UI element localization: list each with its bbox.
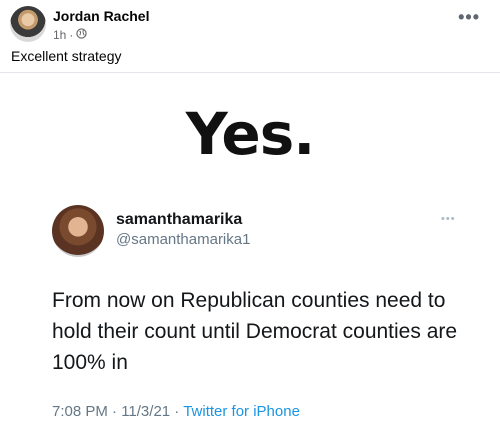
post-meta: 1h ·: [53, 28, 88, 42]
post-time[interactable]: 1h: [53, 28, 66, 42]
meta-separator: ·: [69, 28, 74, 42]
post-image[interactable]: Yes. samanthamarika @samanthamarika1 •••…: [0, 73, 500, 447]
tweet-more-icon: •••: [441, 213, 456, 225]
tweet-source: Twitter for iPhone: [183, 403, 300, 420]
post-caption: Excellent strategy: [11, 48, 122, 64]
tweet-avatar: [52, 205, 104, 257]
tweet-author-name: samanthamarika: [116, 211, 243, 228]
image-headline: Yes.: [185, 100, 316, 168]
tweet-footer: 7:08 PM · 11/3/21 · Twitter for iPhone: [52, 403, 300, 420]
tweet-timestamp: 7:08 PM · 11/3/21 ·: [52, 403, 184, 420]
globe-icon: [76, 28, 88, 42]
post-options-button[interactable]: •••: [458, 8, 480, 26]
author-name[interactable]: Jordan Rachel: [53, 8, 149, 24]
tweet-author-handle: @samanthamarika1: [116, 231, 251, 248]
post-header: Jordan Rachel 1h · •••: [10, 6, 490, 46]
tweet-text: From now on Republican counties need to …: [52, 289, 458, 374]
author-avatar[interactable]: [10, 6, 46, 42]
